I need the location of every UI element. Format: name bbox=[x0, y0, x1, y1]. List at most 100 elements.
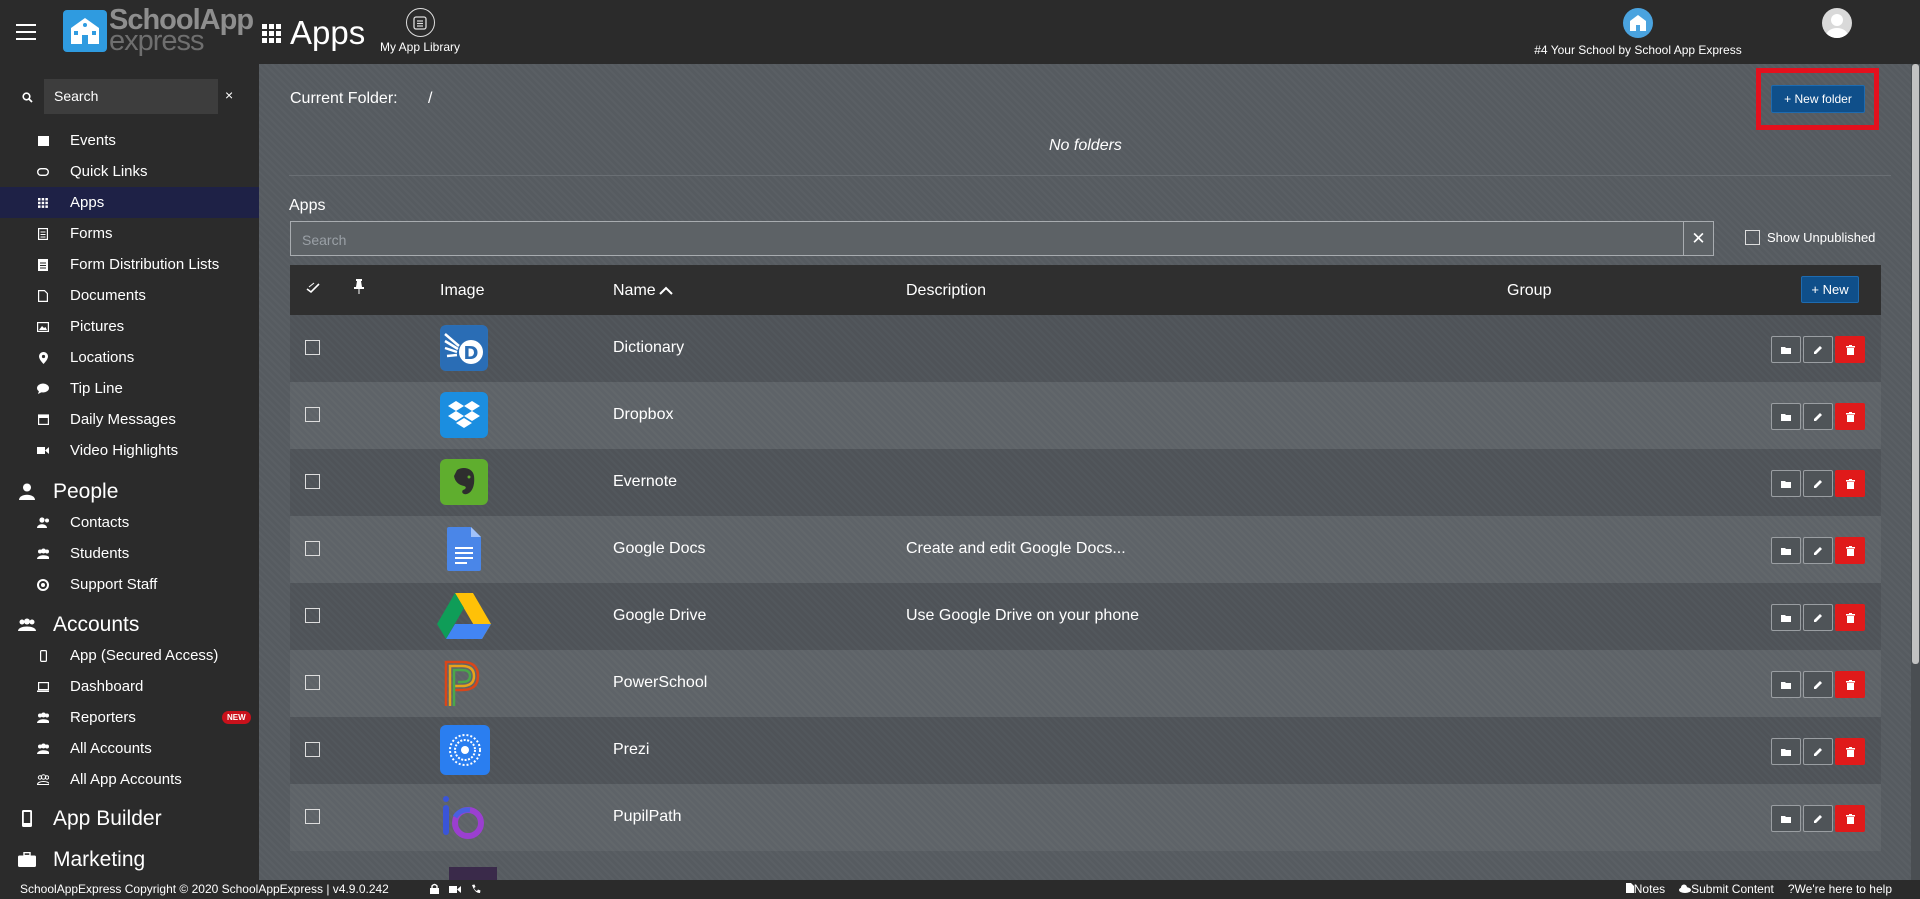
table-row[interactable]: Google Drive Use Google Drive on your ph… bbox=[290, 583, 1881, 650]
sidebar-item-tip-line[interactable]: Tip Line bbox=[0, 373, 259, 404]
my-app-library-button[interactable]: My App Library bbox=[374, 8, 466, 54]
sidebar-item-dashboard[interactable]: Dashboard bbox=[0, 671, 259, 702]
edit-pencil-icon[interactable] bbox=[1803, 604, 1833, 631]
school-building-icon bbox=[63, 10, 107, 52]
sidebar-item-contacts[interactable]: Contacts bbox=[0, 507, 259, 538]
app-name: PupilPath bbox=[613, 808, 682, 825]
row-checkbox[interactable] bbox=[305, 340, 320, 355]
table-row[interactable]: Dropbox bbox=[290, 382, 1881, 449]
row-checkbox[interactable] bbox=[305, 675, 320, 690]
folder-icon[interactable] bbox=[1771, 671, 1801, 698]
sidebar-heading-people[interactable]: People bbox=[0, 476, 259, 507]
sidebar-heading-app-builder[interactable]: App Builder bbox=[0, 803, 259, 834]
folder-icon[interactable] bbox=[1771, 537, 1801, 564]
delete-trash-icon[interactable] bbox=[1835, 336, 1865, 363]
edit-pencil-icon[interactable] bbox=[1803, 470, 1833, 497]
apps-search-input[interactable]: Search bbox=[290, 221, 1687, 256]
avatar[interactable] bbox=[1822, 8, 1852, 38]
edit-pencil-icon[interactable] bbox=[1803, 805, 1833, 832]
folder-icon[interactable] bbox=[1771, 336, 1801, 363]
delete-trash-icon[interactable] bbox=[1835, 537, 1865, 564]
pin-icon[interactable] bbox=[354, 279, 364, 299]
list-icon bbox=[405, 8, 435, 37]
support-icon bbox=[37, 578, 49, 591]
folder-icon[interactable] bbox=[1771, 738, 1801, 765]
footer: SchoolAppExpress Copyright © 2020 School… bbox=[0, 880, 1920, 899]
folder-icon[interactable] bbox=[1771, 604, 1801, 631]
new-app-button[interactable]: + New bbox=[1801, 276, 1859, 303]
table-row[interactable]: PupilPath bbox=[290, 784, 1881, 851]
help-link[interactable]: ?We're here to help bbox=[1788, 882, 1892, 896]
edit-pencil-icon[interactable] bbox=[1803, 537, 1833, 564]
new-folder-button[interactable]: + New folder bbox=[1771, 85, 1865, 113]
folder-icon[interactable] bbox=[1771, 805, 1801, 832]
edit-pencil-icon[interactable] bbox=[1803, 403, 1833, 430]
table-row[interactable]: D Dictionary bbox=[290, 315, 1881, 382]
table-row[interactable]: Prezi bbox=[290, 717, 1881, 784]
page-title: Apps bbox=[262, 14, 365, 52]
edit-pencil-icon[interactable] bbox=[1803, 336, 1833, 363]
clear-search-icon[interactable]: ✕ bbox=[1683, 221, 1714, 256]
scrollbar-thumb[interactable] bbox=[1912, 64, 1919, 664]
delete-trash-icon[interactable] bbox=[1835, 738, 1865, 765]
sidebar-item-events[interactable]: Events bbox=[0, 125, 259, 156]
sidebar-item-forms[interactable]: Forms bbox=[0, 218, 259, 249]
delete-trash-icon[interactable] bbox=[1835, 470, 1865, 497]
folder-icon[interactable] bbox=[1771, 470, 1801, 497]
delete-trash-icon[interactable] bbox=[1835, 403, 1865, 430]
show-unpublished-checkbox[interactable] bbox=[1745, 230, 1760, 245]
row-checkbox[interactable] bbox=[305, 407, 320, 422]
calendar-icon bbox=[37, 135, 49, 147]
hamburger-menu-icon[interactable] bbox=[16, 24, 36, 40]
divider bbox=[289, 175, 1891, 176]
page-title-text: Apps bbox=[290, 14, 366, 51]
delete-trash-icon[interactable] bbox=[1835, 671, 1865, 698]
sidebar-item-video-highlights[interactable]: Video Highlights bbox=[0, 435, 259, 466]
lock-icon[interactable] bbox=[430, 883, 439, 897]
scrollbar[interactable] bbox=[1911, 64, 1920, 880]
sidebar-heading-accounts[interactable]: Accounts bbox=[0, 609, 259, 640]
row-checkbox[interactable] bbox=[305, 809, 320, 824]
sidebar-item-pictures[interactable]: Pictures bbox=[0, 311, 259, 342]
sidebar-item-all-accounts[interactable]: All Accounts bbox=[0, 733, 259, 764]
row-checkbox[interactable] bbox=[305, 541, 320, 556]
select-all-check-icon[interactable] bbox=[306, 281, 320, 299]
submit-content-link[interactable]: Submit Content bbox=[1679, 882, 1774, 896]
column-header-description: Description bbox=[906, 282, 987, 299]
edit-pencil-icon[interactable] bbox=[1803, 738, 1833, 765]
notes-link[interactable]: Notes bbox=[1625, 882, 1665, 896]
row-actions bbox=[1771, 470, 1865, 497]
row-actions bbox=[1771, 604, 1865, 631]
edit-pencil-icon[interactable] bbox=[1803, 671, 1833, 698]
delete-trash-icon[interactable] bbox=[1835, 805, 1865, 832]
sidebar-item-students[interactable]: Students bbox=[0, 538, 259, 569]
row-checkbox[interactable] bbox=[305, 608, 320, 623]
folder-icon[interactable] bbox=[1771, 403, 1801, 430]
show-unpublished-toggle[interactable]: Show Unpublished bbox=[1745, 230, 1875, 245]
sidebar-item-all-app-accounts[interactable]: All App Accounts bbox=[0, 764, 259, 795]
school-selector[interactable]: #4 Your School by School App Express bbox=[1500, 8, 1776, 57]
table-row[interactable]: Evernote bbox=[290, 449, 1881, 516]
logo[interactable]: SchoolApp express bbox=[63, 6, 254, 55]
sidebar-item-quick-links[interactable]: Quick Links bbox=[0, 156, 259, 187]
delete-trash-icon[interactable] bbox=[1835, 604, 1865, 631]
phone-call-icon[interactable] bbox=[471, 883, 481, 897]
sidebar-item-apps[interactable]: Apps bbox=[0, 187, 259, 218]
row-checkbox[interactable] bbox=[305, 474, 320, 489]
close-icon[interactable]: × bbox=[225, 87, 233, 103]
video-icon[interactable] bbox=[449, 883, 461, 897]
column-header-name[interactable]: Name bbox=[613, 282, 673, 300]
table-row[interactable]: PowerSchool bbox=[290, 650, 1881, 717]
sidebar-item-support-staff[interactable]: Support Staff bbox=[0, 569, 259, 600]
sidebar-item-daily-messages[interactable]: Daily Messages bbox=[0, 404, 259, 435]
row-checkbox[interactable] bbox=[305, 742, 320, 757]
sidebar-item-form-distribution-lists[interactable]: Form Distribution Lists bbox=[0, 249, 259, 280]
sidebar-item-locations[interactable]: Locations bbox=[0, 342, 259, 373]
svg-text:D: D bbox=[464, 343, 479, 364]
sidebar-search-input[interactable]: Search bbox=[44, 79, 218, 114]
sidebar-heading-marketing[interactable]: Marketing bbox=[0, 844, 259, 875]
sidebar-item-documents[interactable]: Documents bbox=[0, 280, 259, 311]
sidebar-item-app-secured-access[interactable]: App (Secured Access) bbox=[0, 640, 259, 671]
sidebar-item-reporters[interactable]: Reporters NEW bbox=[0, 702, 259, 733]
table-row[interactable]: Google Docs Create and edit Google Docs.… bbox=[290, 516, 1881, 583]
